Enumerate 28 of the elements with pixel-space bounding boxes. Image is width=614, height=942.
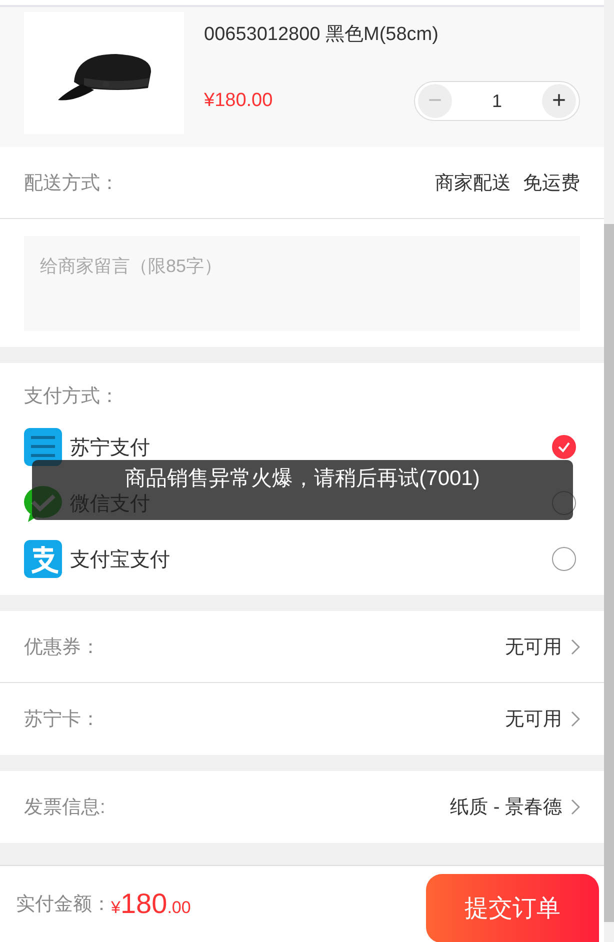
row-value: 无可用 <box>505 636 562 660</box>
payment-method-name: 支付宝支付 <box>70 548 171 572</box>
message-field[interactable]: 给商家留言（限85字） <box>24 236 580 331</box>
row-label: 发票信息: <box>24 796 106 820</box>
chevron-right-icon <box>570 711 580 727</box>
row-value: 纸质 - 景春德 <box>450 796 562 820</box>
chevron-right-icon <box>570 638 580 654</box>
delivery-value: 免运费 <box>523 172 580 196</box>
scrollbar[interactable] <box>604 224 614 922</box>
check-icon <box>557 440 571 454</box>
product-title: 00653012800 黑色M(58cm) <box>204 23 440 47</box>
payment-method-name: 苏宁支付 <box>70 436 151 460</box>
total-amount: ¥180.00 <box>111 888 192 920</box>
plus-button[interactable]: + <box>542 84 576 118</box>
payment-app-icon <box>24 540 62 578</box>
quantity-value: 1 <box>492 90 502 112</box>
row-label: 苏宁卡： <box>24 708 100 732</box>
radio-button[interactable] <box>552 435 576 459</box>
submit-order-button[interactable]: 提交订单 <box>426 874 599 942</box>
delivery-label: 配送方式： <box>24 172 119 196</box>
chevron-right-icon <box>570 799 580 815</box>
row-value: 无可用 <box>505 708 562 732</box>
payment-label: 支付方式： <box>24 385 119 409</box>
row-label: 优惠券： <box>24 636 100 660</box>
delivery-value: 商家配送 <box>435 172 511 196</box>
total-label: 实付金额： <box>16 893 111 917</box>
product-price: ¥180.00 <box>204 90 273 112</box>
radio-button[interactable] <box>552 547 576 571</box>
